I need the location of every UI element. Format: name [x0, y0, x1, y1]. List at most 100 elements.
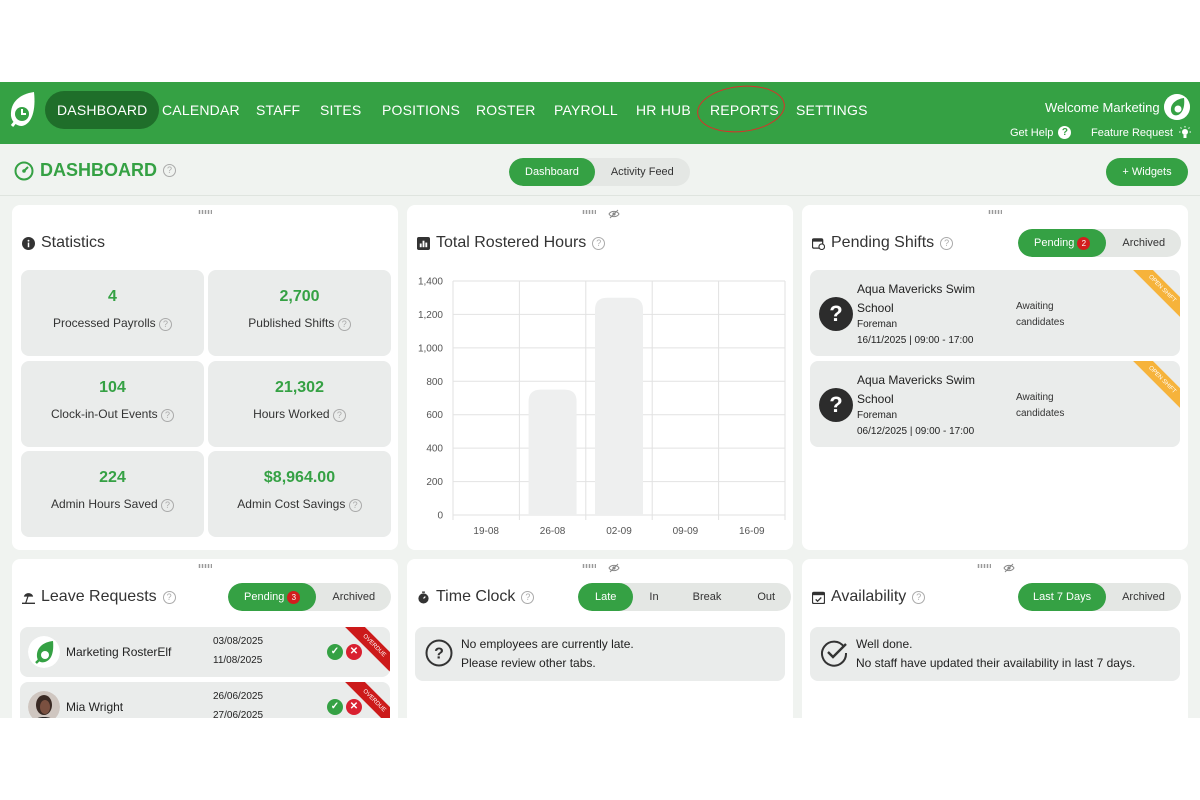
approve-check-icon[interactable]: ✓	[327, 699, 343, 715]
nav-positions[interactable]: POSITIONS	[370, 91, 472, 129]
pending-shifts-title: Pending Shifts ?	[812, 234, 954, 252]
nav-settings[interactable]: SETTINGS	[784, 91, 880, 129]
drag-handle-icon[interactable]	[582, 210, 596, 214]
get-help-link[interactable]: Get Help ?	[1010, 126, 1072, 139]
bottom-margin	[0, 718, 1200, 800]
check-circle-icon	[821, 640, 848, 667]
page-title-text: DASHBOARD	[40, 160, 157, 180]
hide-eye-icon[interactable]	[608, 563, 620, 573]
time-clock-title: Time Clock ?	[417, 588, 535, 606]
stat-processed-payrolls: 4 Processed Payrolls ?	[21, 270, 204, 356]
help-icon[interactable]: ?	[592, 236, 606, 250]
nav-hr-hub[interactable]: HR HUB	[624, 91, 703, 129]
help-icon[interactable]: ?	[912, 590, 926, 604]
feature-request-link[interactable]: Feature Request	[1091, 126, 1192, 140]
hide-eye-icon[interactable]	[608, 209, 620, 219]
rostered-hours-title-text: Total Rostered Hours	[436, 234, 587, 251]
page-header: DASHBOARD ? Dashboard Activity Feed + Wi…	[0, 144, 1200, 196]
tab-archived[interactable]: Archived	[1106, 583, 1181, 611]
unassigned-question-icon: ?	[819, 388, 853, 422]
help-icon[interactable]: ?	[521, 590, 535, 604]
statistics-title: Statistics	[22, 234, 105, 252]
message-line-2: Please review other tabs.	[461, 656, 596, 670]
time-clock-card: Time Clock ? Late In Break Out ? No empl…	[407, 559, 793, 718]
shift-status: Awaiting candidates	[1016, 301, 1065, 328]
tab-out[interactable]: Out	[741, 583, 791, 611]
question-circle-icon: ?	[425, 639, 453, 667]
leave-request-item[interactable]: Marketing RosterElf 03/08/2025 11/08/202…	[20, 627, 390, 677]
feature-request-label: Feature Request	[1091, 127, 1173, 139]
drag-handle-icon[interactable]	[198, 564, 212, 568]
nav-staff[interactable]: STAFF	[244, 91, 312, 129]
tab-in[interactable]: In	[633, 583, 672, 611]
help-icon[interactable]: ?	[162, 590, 176, 604]
help-icon[interactable]: ?	[161, 409, 175, 422]
drag-handle-icon[interactable]	[198, 210, 212, 214]
reject-x-icon[interactable]: ✕	[346, 699, 362, 715]
stat-label: Admin Hours Saved ?	[21, 497, 204, 512]
rostered-hours-card: Total Rostered Hours ? 0 200 400 600 800 1,00…	[407, 205, 793, 550]
info-icon	[22, 236, 35, 250]
nav-sites[interactable]: SITES	[308, 91, 373, 129]
open-shift-ribbon: OPEN SHIFT	[1128, 270, 1180, 323]
tab-late[interactable]: Late	[578, 583, 634, 611]
tab-dashboard[interactable]: Dashboard	[509, 158, 595, 186]
hide-eye-icon[interactable]	[1003, 563, 1015, 573]
nav-dashboard[interactable]: DASHBOARD	[45, 91, 160, 129]
nav-roster[interactable]: ROSTER	[464, 91, 548, 129]
tab-activity-feed[interactable]: Activity Feed	[595, 158, 690, 186]
y-tick-label: 400	[426, 444, 443, 455]
y-tick-label: 800	[426, 377, 443, 388]
pending-count-badge: 3	[287, 591, 301, 604]
leave-request-item[interactable]: Mia Wright 26/06/2025 27/06/2025 ✓ ✕ OVE…	[20, 682, 390, 718]
pending-shifts-toggle: Pending 2 Archived	[1018, 229, 1182, 257]
stat-label: Processed Payrolls ?	[21, 316, 204, 331]
help-icon[interactable]: ?	[337, 318, 351, 331]
user-avatar[interactable]	[1164, 94, 1190, 120]
drag-handle-icon[interactable]	[988, 210, 1002, 214]
help-icon[interactable]: ?	[940, 236, 954, 250]
reject-x-icon[interactable]: ✕	[346, 644, 362, 660]
approve-check-icon[interactable]: ✓	[327, 644, 343, 660]
message-line-1: Well done.	[856, 637, 913, 651]
add-widgets-button[interactable]: + Widgets	[1106, 158, 1188, 186]
y-tick-label: 1,000	[418, 343, 443, 354]
nav-reports[interactable]: REPORTS	[698, 91, 791, 129]
stat-label: Clock-in-Out Events ?	[21, 407, 204, 422]
help-icon[interactable]: ?	[159, 318, 173, 331]
pending-shift-item[interactable]: ? Aqua Mavericks Swim School Foreman 06/…	[810, 361, 1180, 447]
stat-value: $8,964.00	[263, 469, 336, 486]
availability-title-text: Availability	[831, 588, 907, 605]
dashboard-gauge-icon	[14, 161, 34, 180]
tab-pending-label: Pending	[1034, 237, 1075, 249]
leave-start-date: 26/06/2025	[213, 691, 264, 702]
y-tick-label: 1,200	[418, 310, 443, 321]
stat-value: 2,700	[279, 288, 320, 305]
help-icon[interactable]: ?	[348, 499, 362, 512]
tab-last-7-days[interactable]: Last 7 Days	[1018, 583, 1107, 611]
nav-payroll[interactable]: PAYROLL	[542, 91, 630, 129]
help-icon[interactable]: ?	[332, 409, 346, 422]
rostered-hours-chart: 0 200 400 600 800 1,000 1,200 1,400 19-08 26-08 02…	[418, 277, 786, 537]
pending-count-badge: 2	[1077, 237, 1091, 250]
availability-message: Well done. No staff have updated their a…	[810, 627, 1180, 681]
tab-pending[interactable]: Pending 3	[228, 583, 317, 611]
pending-shift-item[interactable]: ? Aqua Mavericks Swim School Foreman 16/…	[810, 270, 1180, 356]
leave-requests-toggle: Pending 3 Archived	[228, 583, 392, 611]
avatar	[28, 691, 60, 718]
drag-handle-icon[interactable]	[582, 564, 596, 568]
nav-calendar[interactable]: CALENDAR	[150, 91, 252, 129]
tab-archived[interactable]: Archived	[1106, 229, 1181, 257]
help-icon[interactable]: ?	[163, 164, 176, 177]
help-icon[interactable]: ?	[161, 499, 175, 512]
stat-clock-events: 104 Clock-in-Out Events ?	[21, 361, 204, 447]
stat-label: Hours Worked ?	[208, 407, 391, 422]
bar-chart-icon	[417, 236, 430, 250]
tab-archived[interactable]: Archived	[316, 583, 391, 611]
tab-pending[interactable]: Pending 2	[1018, 229, 1107, 257]
drag-handle-icon[interactable]	[977, 564, 991, 568]
rosterelf-logo-icon[interactable]	[6, 90, 38, 130]
shift-site: Aqua Mavericks Swim School	[857, 282, 976, 315]
rostered-hours-title: Total Rostered Hours ?	[417, 234, 606, 252]
tab-break[interactable]: Break	[673, 583, 742, 611]
